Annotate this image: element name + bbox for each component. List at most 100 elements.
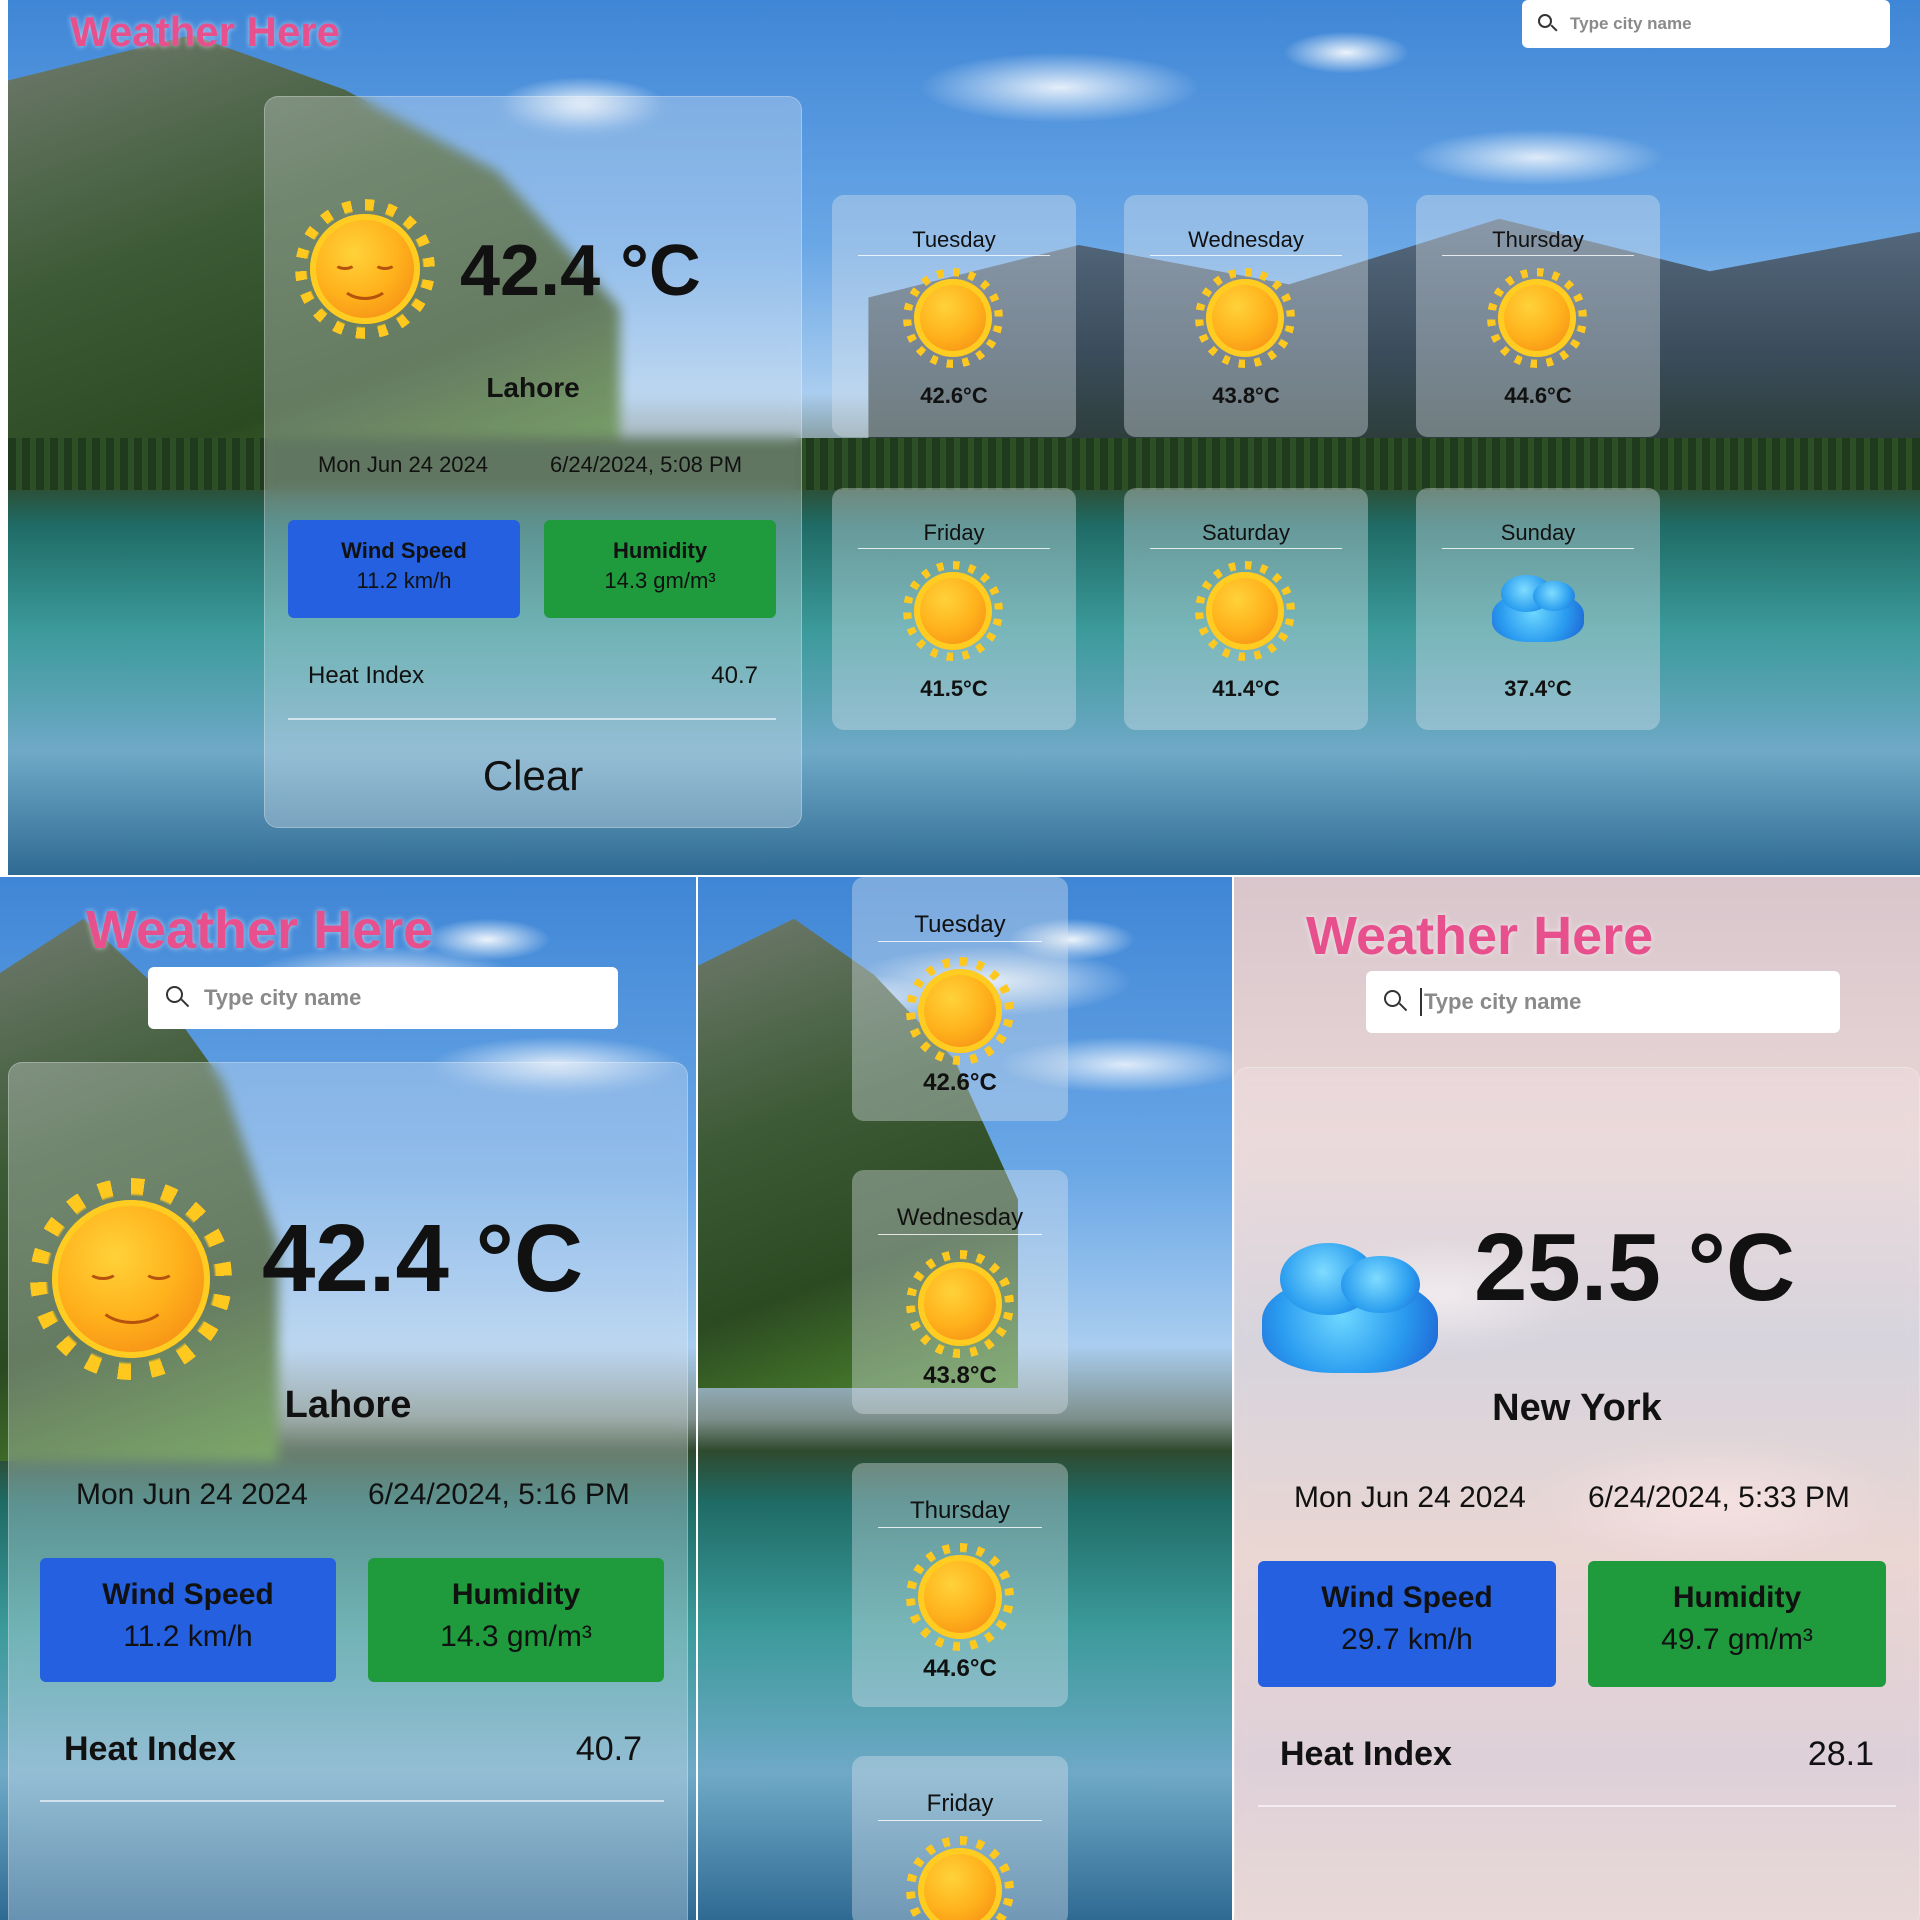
humidity-value: 49.7 gm/m³ <box>1661 1623 1813 1656</box>
weather-condition: Clear <box>482 752 584 799</box>
heat-index-value: 28.1 <box>1807 1735 1874 1773</box>
forecast-card: Wednesday 43.8°C <box>1124 195 1368 437</box>
forecast-card: Tuesday 42.6°C <box>832 195 1076 437</box>
cloud-icon <box>1262 1243 1438 1373</box>
search-input[interactable]: Type city name <box>1366 971 1840 1033</box>
sun-icon <box>294 198 436 340</box>
forecast-day: Tuesday <box>914 911 1006 938</box>
heat-index-divider <box>288 718 776 720</box>
sun-icon <box>903 268 1003 368</box>
current-temperature: 42.4 °C <box>460 231 701 311</box>
cloud-icon <box>1492 574 1584 642</box>
app-title: Weather Here <box>70 8 341 55</box>
forecast-temp: 41.4°C <box>1212 676 1280 701</box>
current-temperature: 25.5 °C <box>1474 1214 1796 1321</box>
current-weather-card: 42.4 °C Lahore Mon Jun 24 2024 6/24/2024… <box>264 96 802 828</box>
sun-icon <box>906 1250 1014 1358</box>
forecast-card: Tuesday 42.6°C <box>852 877 1068 1121</box>
forecast-card: Friday 41.5°C <box>832 488 1076 730</box>
search-placeholder: Type city name <box>1424 989 1582 1014</box>
wind-speed-value: 11.2 km/h <box>123 1620 253 1653</box>
current-datetime: 6/24/2024, 5:08 PM <box>550 452 743 477</box>
wind-speed-label: Wind Speed <box>341 538 467 563</box>
sun-icon <box>1487 268 1587 368</box>
humidity-value: 14.3 gm/m³ <box>604 568 716 593</box>
humidity-box: Humidity 49.7 gm/m³ <box>1588 1561 1886 1687</box>
search-icon <box>166 986 190 1010</box>
current-weather-card: 25.5 °C New York Mon Jun 24 2024 6/24/20… <box>1234 1067 1920 1920</box>
heat-index-divider <box>40 1800 664 1802</box>
forecast-temp: 44.6°C <box>923 1655 997 1682</box>
current-date: Mon Jun 24 2024 <box>1294 1481 1526 1514</box>
heat-index-label: Heat Index <box>308 662 425 689</box>
search-placeholder: Type city name <box>204 985 362 1010</box>
forecast-temp: 41.5°C <box>920 676 988 701</box>
humidity-label: Humidity <box>612 538 708 563</box>
forecast-day: Thursday <box>1492 227 1584 252</box>
sun-icon <box>906 1543 1014 1651</box>
mobile-forecast-screen: Tuesday 42.6°C Wednesday 43.8°C Thursday… <box>698 877 1232 1920</box>
sun-icon <box>1195 561 1295 661</box>
search-input[interactable]: Type city name <box>1522 0 1890 48</box>
mobile-newyork-screen: Weather Here Type city name 25.5 °C New … <box>1234 877 1920 1920</box>
desktop-screen: Weather Here Type city name 42.4 °C Laho… <box>8 0 1920 875</box>
forecast-day: Friday <box>923 520 985 545</box>
forecast-card: Thursday 44.6°C <box>852 1463 1068 1707</box>
city-name: Lahore <box>284 1384 412 1426</box>
forecast-card: Thursday 44.6°C <box>1416 195 1660 437</box>
forecast-day: Tuesday <box>912 227 996 252</box>
forecast-temp: 44.6°C <box>1504 383 1572 408</box>
sun-icon <box>1195 268 1295 368</box>
search-input[interactable]: Type city name <box>148 967 618 1029</box>
humidity-label: Humidity <box>451 1578 581 1611</box>
forecast-temp: 42.6°C <box>920 383 988 408</box>
current-datetime: 6/24/2024, 5:33 PM <box>1588 1481 1850 1514</box>
text-cursor <box>1420 988 1422 1016</box>
forecast-temp: 37.4°C <box>1504 676 1572 701</box>
forecast-day: Thursday <box>909 1497 1011 1524</box>
forecast-card: Saturday 41.4°C <box>1124 488 1368 730</box>
search-icon <box>1538 14 1558 34</box>
city-name: Lahore <box>486 372 580 403</box>
wind-speed-label: Wind Speed <box>1321 1581 1493 1614</box>
forecast-temp: 43.8°C <box>923 1362 997 1389</box>
wind-speed-value: 11.2 km/h <box>356 568 452 593</box>
heat-index-label: Heat Index <box>1280 1735 1452 1773</box>
forecast-card: Wednesday 43.8°C <box>852 1170 1068 1414</box>
forecast-day: Friday <box>926 1790 994 1817</box>
forecast-card: Sunday 37.4°C <box>1416 488 1660 730</box>
wind-speed-box: Wind Speed 11.2 km/h <box>288 520 520 618</box>
forecast-card: Friday <box>852 1756 1068 1920</box>
humidity-box: Humidity 14.3 gm/m³ <box>544 520 776 618</box>
sun-icon <box>29 1177 233 1381</box>
forecast-day: Wednesday <box>896 1204 1024 1231</box>
humidity-label: Humidity <box>1672 1581 1802 1614</box>
forecast-day: Sunday <box>1500 520 1576 545</box>
wind-speed-value: 29.7 km/h <box>1341 1623 1473 1656</box>
heat-index-label: Heat Index <box>64 1730 236 1768</box>
wind-speed-label: Wind Speed <box>102 1578 274 1611</box>
app-title: Weather Here <box>86 900 434 960</box>
sun-icon <box>906 1836 1014 1920</box>
current-date: Mon Jun 24 2024 <box>76 1478 308 1511</box>
app-title: Weather Here <box>1306 906 1654 966</box>
city-name: New York <box>1492 1387 1662 1429</box>
humidity-value: 14.3 gm/m³ <box>440 1620 592 1653</box>
current-date: Mon Jun 24 2024 <box>318 452 489 477</box>
search-icon <box>1384 990 1408 1014</box>
wind-speed-box: Wind Speed 29.7 km/h <box>1258 1561 1556 1687</box>
current-temperature: 42.4 °C <box>262 1205 584 1312</box>
sun-icon <box>906 957 1014 1065</box>
heat-index-value: 40.7 <box>711 662 758 689</box>
current-weather-card: 42.4 °C Lahore Mon Jun 24 2024 6/24/2024… <box>8 1062 688 1920</box>
forecast-temp: 43.8°C <box>1212 383 1280 408</box>
heat-index-value: 40.7 <box>575 1730 642 1768</box>
forecast-day: Wednesday <box>1188 227 1304 252</box>
mobile-lahore-screen: Weather Here Type city name 42.4 °C Laho… <box>0 877 696 1920</box>
forecast-day: Saturday <box>1201 520 1291 545</box>
heat-index-divider <box>1258 1805 1896 1807</box>
humidity-box: Humidity 14.3 gm/m³ <box>368 1558 664 1682</box>
wind-speed-box: Wind Speed 11.2 km/h <box>40 1558 336 1682</box>
sun-icon <box>903 561 1003 661</box>
current-datetime: 6/24/2024, 5:16 PM <box>368 1478 630 1511</box>
